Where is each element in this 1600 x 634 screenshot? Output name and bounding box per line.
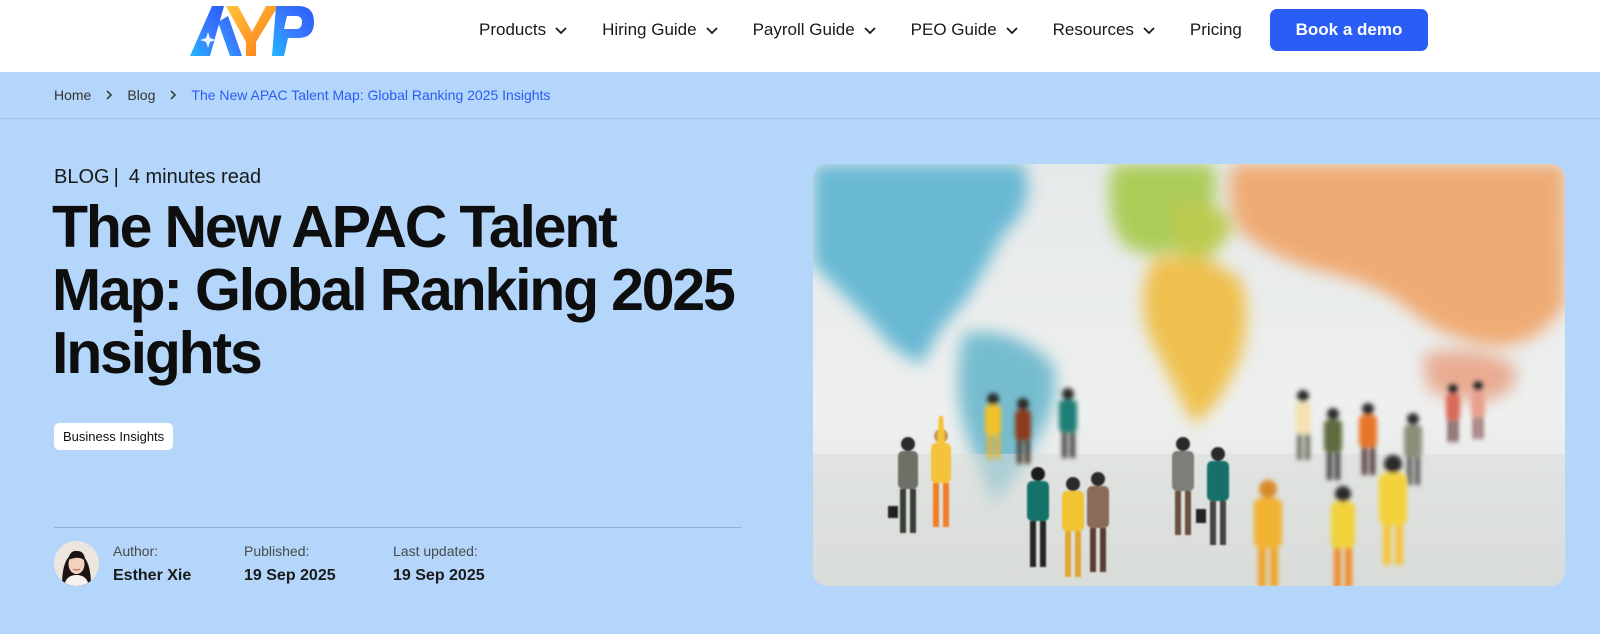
chevron-right-icon bbox=[170, 90, 177, 100]
author-label: Author: bbox=[113, 543, 159, 559]
breadcrumb-blog[interactable]: Blog bbox=[127, 87, 155, 103]
published-label: Published: bbox=[244, 543, 310, 559]
published-date: 19 Sep 2025 bbox=[244, 567, 336, 584]
breadcrumb: Home Blog The New APAC Talent Map: Globa… bbox=[0, 72, 1600, 119]
divider bbox=[54, 527, 741, 528]
nav-products[interactable]: Products bbox=[479, 20, 568, 40]
chevron-down-icon bbox=[1143, 27, 1155, 35]
breadcrumb-home[interactable]: Home bbox=[54, 87, 91, 103]
author-name[interactable]: Esther Xie bbox=[113, 567, 191, 585]
chevron-down-icon bbox=[705, 27, 718, 35]
nav-payroll-guide[interactable]: Payroll Guide bbox=[753, 20, 877, 40]
meta-separator: | bbox=[113, 166, 119, 188]
nav-peo-guide[interactable]: PEO Guide bbox=[911, 20, 1019, 40]
read-time: 4 minutes read bbox=[128, 166, 262, 188]
updated-date: 19 Sep 2025 bbox=[393, 567, 485, 584]
book-demo-button[interactable]: Book a demo bbox=[1270, 9, 1428, 51]
nav-label: Hiring Guide bbox=[602, 20, 697, 39]
nav-label: Products bbox=[479, 20, 547, 39]
page-title: The New APAC Talent Map: Global Ranking … bbox=[52, 194, 736, 386]
nav-label: Pricing bbox=[1189, 20, 1242, 39]
updated-block: Last updated: 19 Sep 2025 bbox=[393, 543, 485, 585]
author-avatar bbox=[54, 541, 99, 586]
chevron-right-icon bbox=[106, 90, 113, 100]
chevron-down-icon bbox=[1006, 27, 1018, 35]
main-nav: Products Hiring Guide Payroll Guide PEO … bbox=[479, 0, 1242, 60]
published-block: Published: 19 Sep 2025 bbox=[244, 543, 336, 585]
updated-label: Last updated: bbox=[393, 543, 478, 559]
nav-label: PEO Guide bbox=[910, 20, 997, 39]
article-meta-line: BLOG | 4 minutes read bbox=[54, 166, 261, 189]
hero-image bbox=[813, 164, 1565, 586]
author-block: Author: Esther Xie bbox=[113, 543, 191, 585]
nav-pricing[interactable]: Pricing bbox=[1190, 20, 1242, 40]
nav-resources[interactable]: Resources bbox=[1053, 20, 1156, 40]
article-hero: Home Blog The New APAC Talent Map: Globa… bbox=[0, 72, 1600, 634]
nav-hiring-guide[interactable]: Hiring Guide bbox=[602, 20, 719, 40]
nav-label: Resources bbox=[1052, 20, 1134, 39]
category-tag[interactable]: Business Insights bbox=[54, 423, 174, 450]
chevron-down-icon bbox=[864, 27, 876, 35]
article-category: BLOG bbox=[54, 166, 110, 188]
site-header: Products Hiring Guide Payroll Guide PEO … bbox=[0, 0, 1600, 72]
chevron-down-icon bbox=[555, 27, 567, 35]
breadcrumb-current[interactable]: The New APAC Talent Map: Global Ranking … bbox=[191, 87, 550, 103]
brand-logo[interactable] bbox=[190, 2, 315, 60]
nav-label: Payroll Guide bbox=[752, 20, 855, 39]
